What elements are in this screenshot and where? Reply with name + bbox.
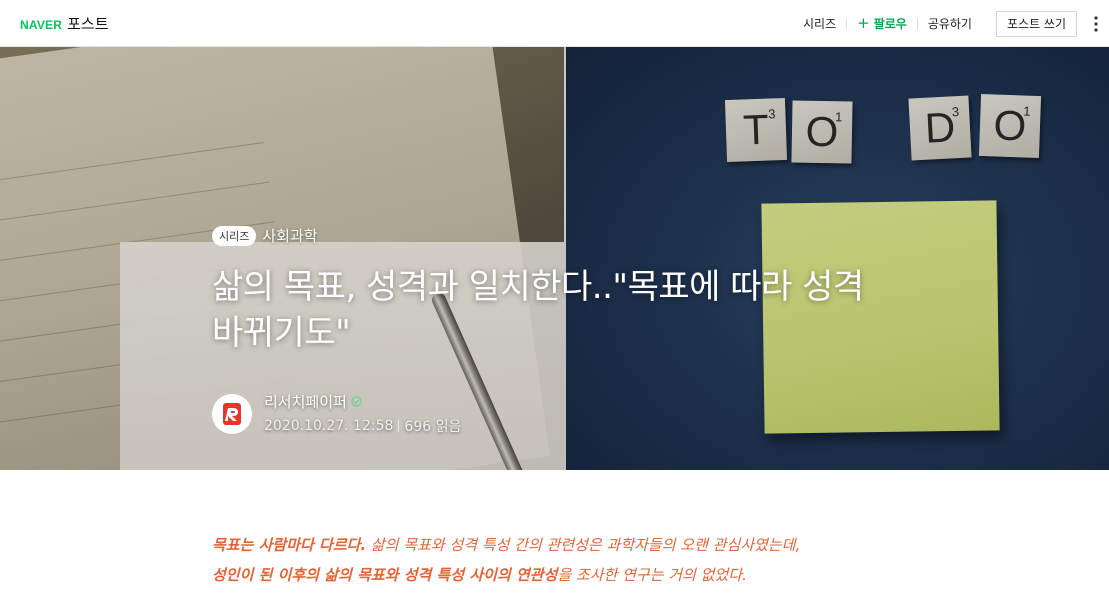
post-service-name[interactable]: 포스트: [67, 13, 108, 34]
follow-label: 팔로우: [873, 17, 907, 31]
intro-text-2: 을 조사한 연구는 거의 없었다.: [557, 566, 747, 584]
article-intro: 목표는 사람마다 다르다. 삶의 목표와 성격 특성 간의 관련성은 과학자들의…: [212, 530, 912, 590]
brand-logo[interactable]: NAVER 포스트: [20, 13, 109, 34]
intro-emphasis-2: 성인이 된 이후의 삶의 목표와 성격 특성 사이의 연관성: [212, 566, 558, 584]
post-date: 2020.10.27. 12:58: [264, 418, 394, 434]
author-avatar[interactable]: [212, 393, 252, 434]
cover-hero: T 3 O 1 D 3 O 1 시리즈 사회과학 삶의 목표, 성격과 일치한다…: [0, 47, 1109, 470]
author-name-row: 리서치페이퍼: [264, 391, 461, 412]
write-post-button[interactable]: 포스트 쓰기: [995, 10, 1077, 37]
view-count: 696 읽음: [404, 419, 462, 435]
header-actions: 시리즈 + 팔로우 공유하기 포스트 쓰기: [793, 0, 1109, 47]
top-navigation-bar: NAVER 포스트 시리즈 + 팔로우 공유하기 포스트 쓰기: [0, 0, 1109, 47]
follow-button[interactable]: + 팔로우: [847, 15, 917, 32]
intro-emphasis-1: 목표는 사람마다 다르다.: [212, 536, 367, 554]
author-info: 리서치페이퍼 2020.10.27. 12:58 696 읽음: [212, 391, 461, 436]
share-button[interactable]: 공유하기: [918, 15, 982, 32]
series-name-link[interactable]: 사회과학: [262, 225, 317, 246]
series-link[interactable]: 시리즈: [793, 15, 846, 32]
author-name[interactable]: 리서치페이퍼: [264, 391, 347, 412]
meta-divider: [398, 420, 400, 432]
vertical-dots-icon: [1094, 15, 1098, 32]
intro-line-2: 성인이 된 이후의 삶의 목표와 성격 특성 사이의 연관성을 조사한 연구는 …: [212, 560, 912, 590]
series-row: 시리즈 사회과학: [212, 225, 972, 246]
naver-logo[interactable]: NAVER: [20, 18, 62, 32]
author-text: 리서치페이퍼 2020.10.27. 12:58 696 읽음: [264, 391, 461, 436]
post-title: 삶의 목표, 성격과 일치한다.."목표에 따라 성격 바뀌기도": [212, 264, 972, 356]
title-line-1: 삶의 목표, 성격과 일치한다.."목표에 따라 성격: [212, 267, 864, 307]
intro-line-1: 목표는 사람마다 다르다. 삶의 목표와 성격 특성 간의 관련성은 과학자들의…: [212, 530, 912, 560]
post-meta: 2020.10.27. 12:58 696 읽음: [264, 416, 461, 436]
research-paper-logo-icon: [215, 396, 249, 431]
series-badge: 시리즈: [212, 225, 257, 246]
more-menu-button[interactable]: [1083, 11, 1109, 37]
verified-badge-icon: [351, 396, 362, 407]
title-line-2: 바뀌기도": [212, 313, 351, 353]
intro-text-1: 삶의 목표와 성격 특성 간의 관련성은 과학자들의 오랜 관심사였는데,: [366, 536, 801, 554]
hero-content: 시리즈 사회과학 삶의 목표, 성격과 일치한다.."목표에 따라 성격 바뀌기…: [212, 225, 972, 435]
plus-icon: +: [857, 14, 870, 32]
